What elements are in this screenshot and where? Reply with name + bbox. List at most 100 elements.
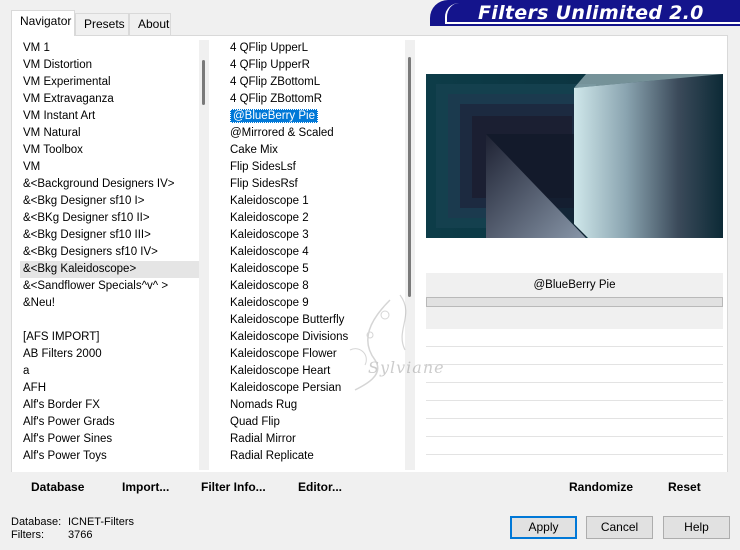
filter-item-label: Kaleidoscope 3	[230, 229, 309, 241]
category-list[interactable]: VM 1 VM Distortion VM Experimental VM Extra…	[20, 40, 200, 470]
category-item-label: VM 1	[23, 42, 50, 54]
reset-button[interactable]: Reset	[668, 480, 701, 494]
category-item[interactable]: VM Extravaganza	[20, 91, 200, 108]
randomize-button[interactable]: Randomize	[569, 480, 633, 494]
filter-item[interactable]: Kaleidoscope 4	[227, 244, 407, 261]
import-button[interactable]: Import...	[122, 480, 169, 494]
category-item[interactable]: VM 1	[20, 40, 200, 57]
filter-item[interactable]: Kaleidoscope 1	[227, 193, 407, 210]
editor-button[interactable]: Editor...	[298, 480, 342, 494]
filter-item[interactable]: 4 QFlip ZBottomL	[227, 74, 407, 91]
filter-item[interactable]: 4 QFlip UpperR	[227, 57, 407, 74]
filter-item-label: Kaleidoscope Flower	[230, 348, 337, 360]
tab-navigator[interactable]: Navigator	[11, 10, 75, 36]
filter-item[interactable]: Kaleidoscope 2	[227, 210, 407, 227]
category-item[interactable]: &<BKg Designer sf10 II>	[20, 210, 200, 227]
filter-item-label: Nomads Rug	[230, 399, 298, 411]
filter-item[interactable]: Radial Mirror	[227, 431, 407, 448]
category-item-label: &<Bkg Designer sf10 III>	[23, 229, 151, 241]
filter-info-button[interactable]: Filter Info...	[201, 480, 266, 494]
parameter-divider	[426, 364, 723, 365]
parameter-divider	[426, 454, 723, 455]
status-filters-label: Filters:	[11, 529, 44, 541]
filter-item-label: 4 QFlip ZBottomR	[230, 93, 323, 105]
category-item[interactable]: VM Instant Art	[20, 108, 200, 125]
app-title: Filters Unlimited 2.0	[478, 2, 704, 24]
parameter-area	[426, 307, 723, 329]
category-item-label: &<BKg Designer sf10 II>	[23, 212, 150, 224]
filter-item[interactable]: Radial Replicate	[227, 448, 407, 465]
status-filters-value: 3766	[68, 529, 93, 541]
tab-presets[interactable]: Presets	[75, 13, 129, 35]
category-item[interactable]: Alf's Border FX	[20, 397, 200, 414]
filter-item[interactable]: 4 QFlip UpperL	[227, 40, 407, 57]
category-item[interactable]: &<Bkg Kaleidoscope>	[20, 261, 200, 278]
category-item[interactable]: VM	[20, 159, 200, 176]
filter-item-label: 4 QFlip UpperR	[230, 59, 310, 71]
category-item[interactable]: &<Bkg Designer sf10 III>	[20, 227, 200, 244]
filter-item[interactable]: Quad Flip	[227, 414, 407, 431]
watermark-text: Sylviane	[368, 358, 445, 377]
category-item-label: VM Toolbox	[23, 144, 83, 156]
status-database-value: ICNET-Filters	[68, 516, 134, 528]
category-item-label: VM	[23, 161, 41, 173]
category-item-label: &<Bkg Designer sf10 I>	[23, 195, 145, 207]
filter-item-label: Radial Replicate	[230, 450, 314, 462]
category-item[interactable]	[20, 312, 200, 329]
filter-item[interactable]: 4 QFlip ZBottomR	[227, 91, 407, 108]
filter-item-label: Kaleidoscope 1	[230, 195, 309, 207]
category-item[interactable]: &<Bkg Designers sf10 IV>	[20, 244, 200, 261]
filter-item[interactable]: Flip SidesRsf	[227, 176, 407, 193]
filter-item[interactable]: @Mirrored & Scaled	[227, 125, 407, 142]
database-button[interactable]: Database	[31, 480, 84, 494]
category-item[interactable]: [AFS IMPORT]	[20, 329, 200, 346]
filter-item-label: 4 QFlip UpperL	[230, 42, 308, 54]
filter-scroll-thumb[interactable]	[408, 57, 411, 297]
category-item[interactable]: AFH	[20, 380, 200, 397]
category-item[interactable]: &<Background Designers IV>	[20, 176, 200, 193]
category-item[interactable]: VM Natural	[20, 125, 200, 142]
category-item-label: VM Natural	[23, 127, 81, 139]
filter-item[interactable]: Kaleidoscope 5	[227, 261, 407, 278]
category-item-label: &<Sandflower Specials^v^ >	[23, 280, 169, 292]
category-item-label: VM Extravaganza	[23, 93, 114, 105]
tab-about[interactable]: About	[129, 13, 171, 35]
category-scroll-thumb[interactable]	[202, 60, 205, 105]
filter-item-label: Kaleidoscope 9	[230, 297, 309, 309]
filter-item-label: Kaleidoscope Butterfly	[230, 314, 345, 326]
category-item-label: a	[23, 365, 30, 377]
filter-item-label: Quad Flip	[230, 416, 280, 428]
filter-item[interactable]: @BlueBerry Pie	[227, 108, 407, 125]
category-item-label: AB Filters 2000	[23, 348, 102, 360]
parameter-divider	[426, 382, 723, 383]
selected-filter-name: @BlueBerry Pie	[426, 273, 723, 297]
filter-item[interactable]: Cake Mix	[227, 142, 407, 159]
filter-item[interactable]: Flip SidesLsf	[227, 159, 407, 176]
category-item[interactable]: Alf's Power Sines	[20, 431, 200, 448]
category-item[interactable]: &<Sandflower Specials^v^ >	[20, 278, 200, 295]
category-item[interactable]: a	[20, 363, 200, 380]
parameter-divider	[426, 436, 723, 437]
category-item[interactable]: AB Filters 2000	[20, 346, 200, 363]
cancel-button[interactable]: Cancel	[586, 516, 653, 539]
filter-item-label: Kaleidoscope 5	[230, 263, 309, 275]
category-item[interactable]: Alf's Power Toys	[20, 448, 200, 465]
category-item[interactable]: &Neu!	[20, 295, 200, 312]
category-item[interactable]: &<Bkg Designer sf10 I>	[20, 193, 200, 210]
filter-item[interactable]: Kaleidoscope 3	[227, 227, 407, 244]
apply-button[interactable]: Apply	[510, 516, 577, 539]
filter-item-label: Kaleidoscope 8	[230, 280, 309, 292]
category-item[interactable]: VM Toolbox	[20, 142, 200, 159]
filter-item-label: Cake Mix	[230, 144, 278, 156]
category-item[interactable]: Alf's Power Grads	[20, 414, 200, 431]
filter-item-label: 4 QFlip ZBottomL	[230, 76, 321, 88]
category-item[interactable]: VM Experimental	[20, 74, 200, 91]
parameter-slider[interactable]	[426, 297, 723, 307]
category-item-label: &Neu!	[23, 297, 55, 309]
parameter-divider	[426, 346, 723, 347]
category-item-label: Alf's Border FX	[23, 399, 100, 411]
category-item-label: VM Instant Art	[23, 110, 96, 122]
category-item[interactable]: VM Distortion	[20, 57, 200, 74]
help-button[interactable]: Help	[663, 516, 730, 539]
filter-list[interactable]: 4 QFlip UpperL 4 QFlip UpperR 4 QFlip ZBot…	[227, 40, 407, 470]
